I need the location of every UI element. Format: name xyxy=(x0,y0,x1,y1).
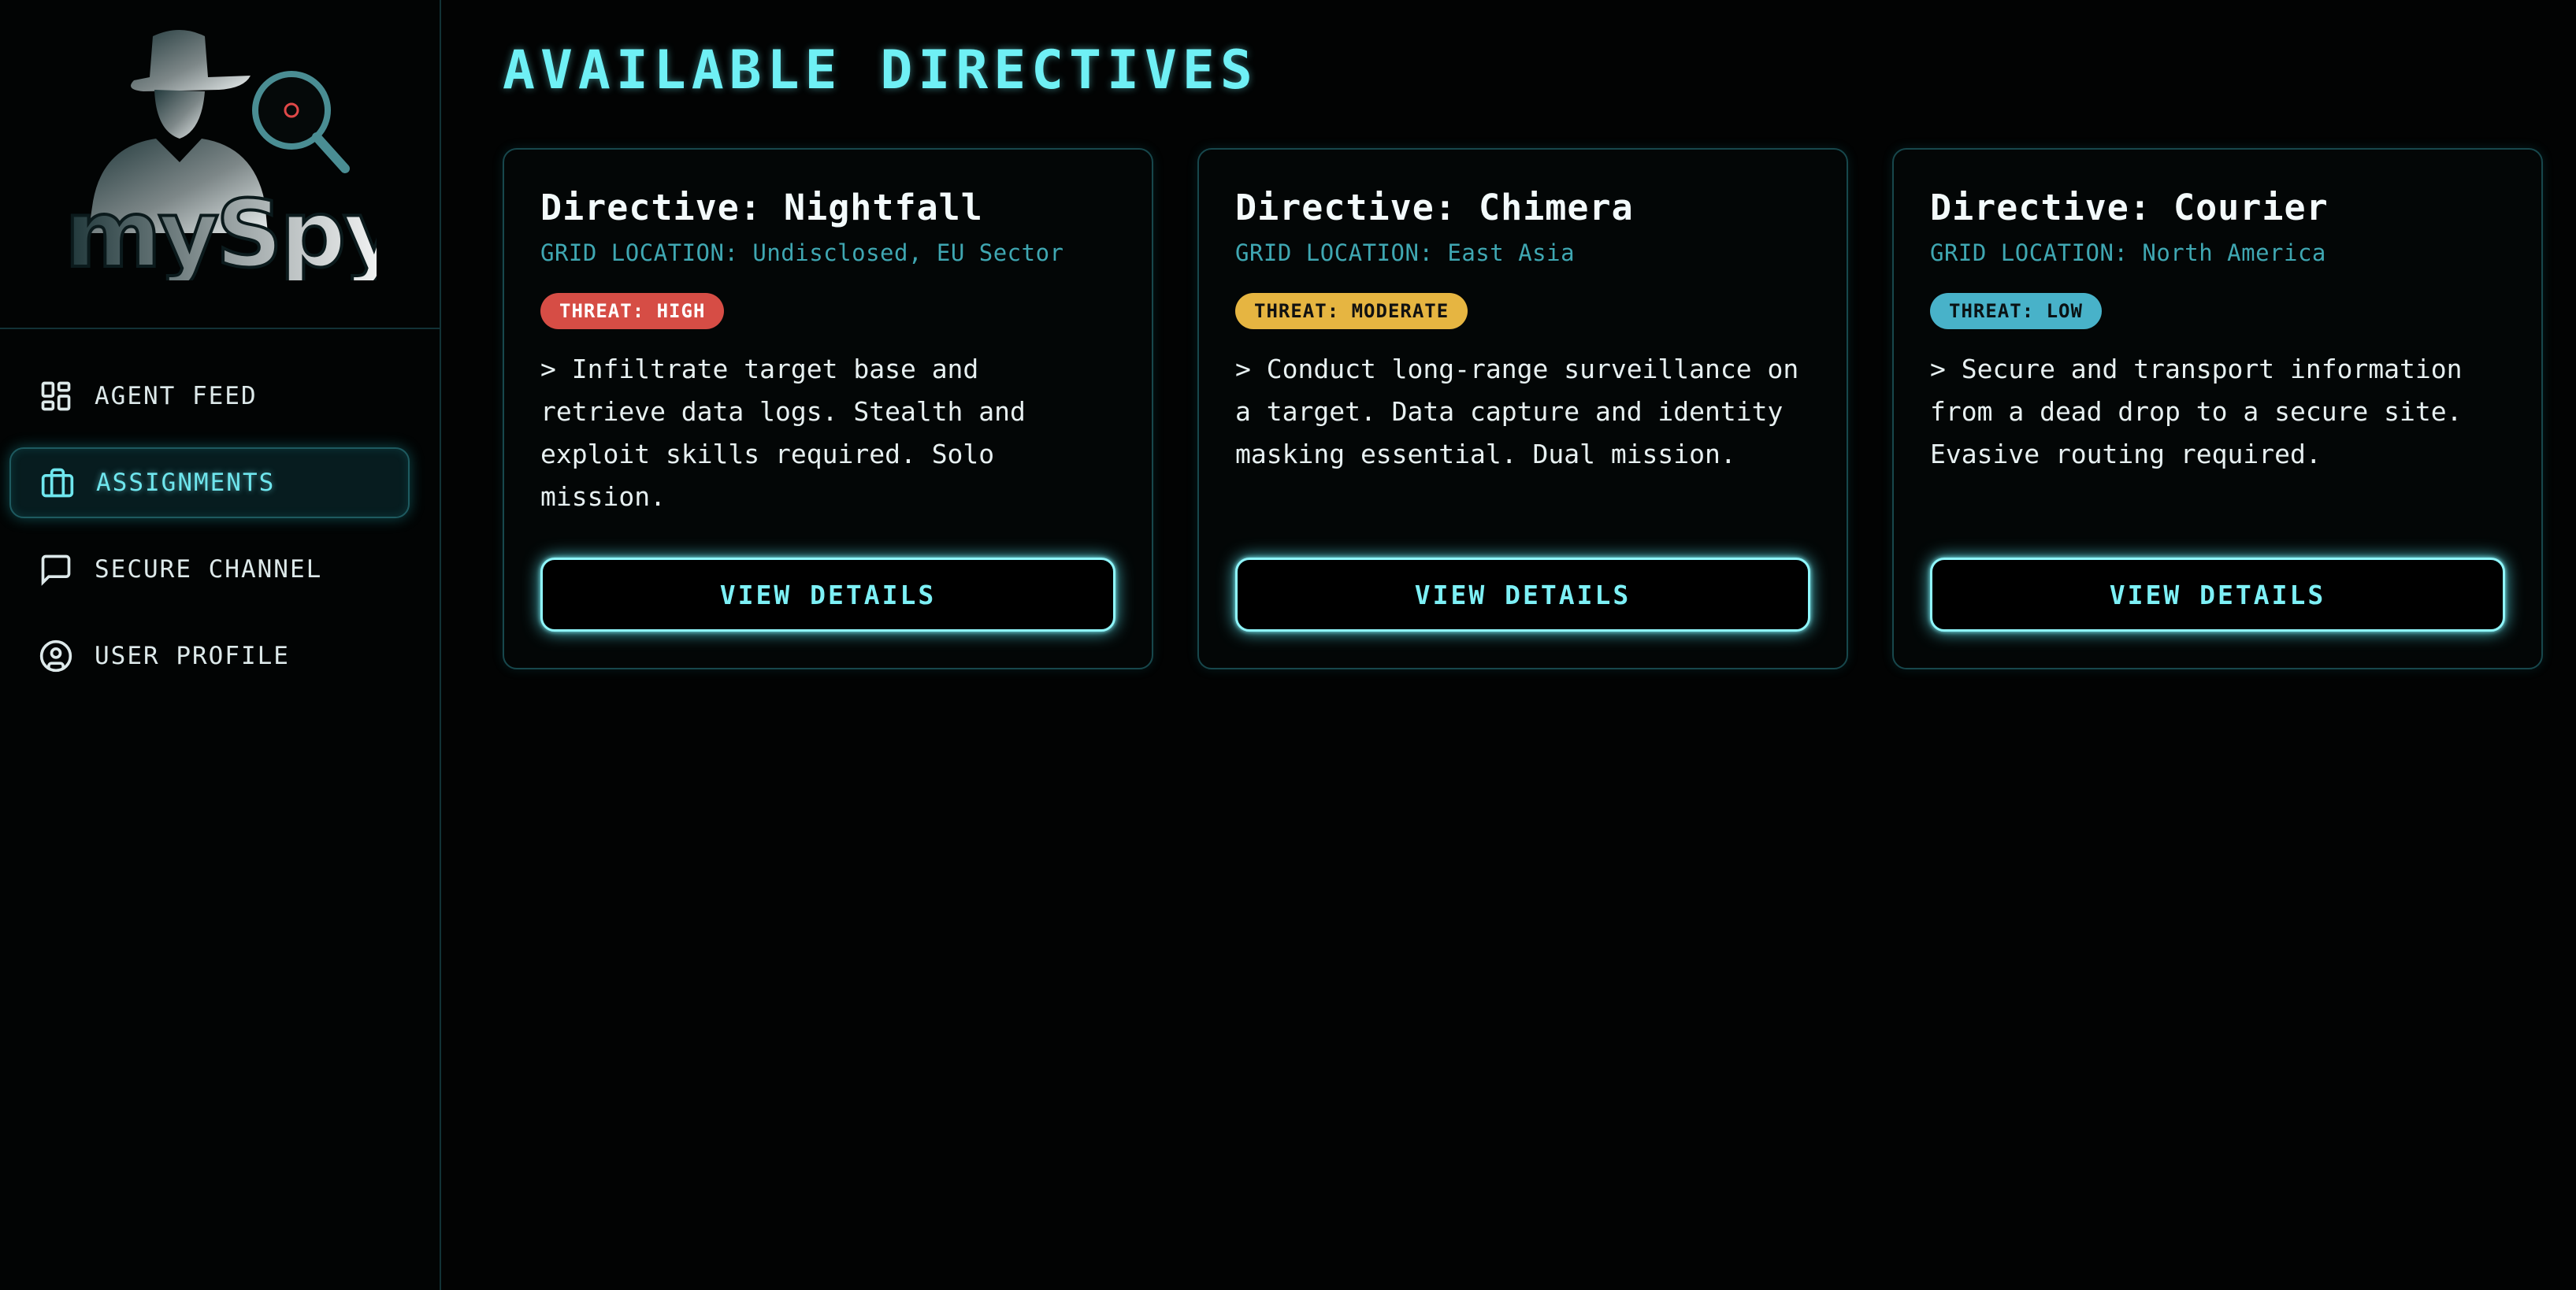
user-circle-icon xyxy=(38,638,74,674)
card-title: Directive: Courier xyxy=(1930,187,2329,228)
grid-location: GRID LOCATION: East Asia xyxy=(1235,239,1576,266)
sidebar-item-label: AGENT FEED xyxy=(95,382,258,410)
sidebar-nav: AGENT FEED ASSIGNMENTS SECURE CHANNEL US… xyxy=(0,329,440,691)
directive-card-nightfall: Directive: Nightfall GRID LOCATION: Undi… xyxy=(503,148,1153,669)
threat-badge: THREAT: MODERATE xyxy=(1235,292,1468,329)
card-description: > Secure and transport information from … xyxy=(1930,353,2463,469)
spy-logo-icon: mySpy xyxy=(63,30,377,280)
view-details-button[interactable]: VIEW DETAILS xyxy=(1930,558,2505,632)
view-details-button[interactable]: VIEW DETAILS xyxy=(1235,558,1810,632)
threat-badge: THREAT: LOW xyxy=(1930,292,2102,329)
page-title: AVAILABLE DIRECTIVES xyxy=(503,39,1258,102)
sidebar: mySpy AGENT FEED ASSIGNMENTS SECURE CHAN… xyxy=(0,0,441,1290)
card-title: Directive: Chimera xyxy=(1235,187,1634,228)
directive-card-chimera: Directive: Chimera GRID LOCATION: East A… xyxy=(1197,148,1848,669)
directive-card-courier: Directive: Courier GRID LOCATION: North … xyxy=(1892,148,2543,669)
sidebar-item-label: SECURE CHANNEL xyxy=(95,555,323,584)
sidebar-item-user-profile[interactable]: USER PROFILE xyxy=(9,621,410,691)
briefcase-icon xyxy=(39,465,76,501)
sidebar-item-agent-feed[interactable]: AGENT FEED xyxy=(9,361,410,432)
main-content: AVAILABLE DIRECTIVES Directive: Nightfal… xyxy=(441,0,2576,1290)
sidebar-item-secure-channel[interactable]: SECURE CHANNEL xyxy=(9,534,410,605)
threat-badge: THREAT: HIGH xyxy=(540,292,725,329)
sidebar-item-label: USER PROFILE xyxy=(95,642,290,670)
grid-location: GRID LOCATION: North America xyxy=(1930,239,2326,266)
logo-area: mySpy xyxy=(0,0,440,329)
card-title: Directive: Nightfall xyxy=(540,187,983,228)
sidebar-item-label: ASSIGNMENTS xyxy=(96,469,276,497)
grid-location: GRID LOCATION: Undisclosed, EU Sector xyxy=(540,239,1064,266)
chat-bubble-icon xyxy=(38,551,74,588)
svg-text:mySpy: mySpy xyxy=(65,180,377,280)
sidebar-item-assignments[interactable]: ASSIGNMENTS xyxy=(9,447,410,518)
dashboard-grid-icon xyxy=(38,378,74,414)
view-details-button[interactable]: VIEW DETAILS xyxy=(540,558,1115,632)
card-description: > Conduct long-range surveillance on a t… xyxy=(1235,353,1799,469)
card-description: > Infiltrate target base and retrieve da… xyxy=(540,353,1026,512)
